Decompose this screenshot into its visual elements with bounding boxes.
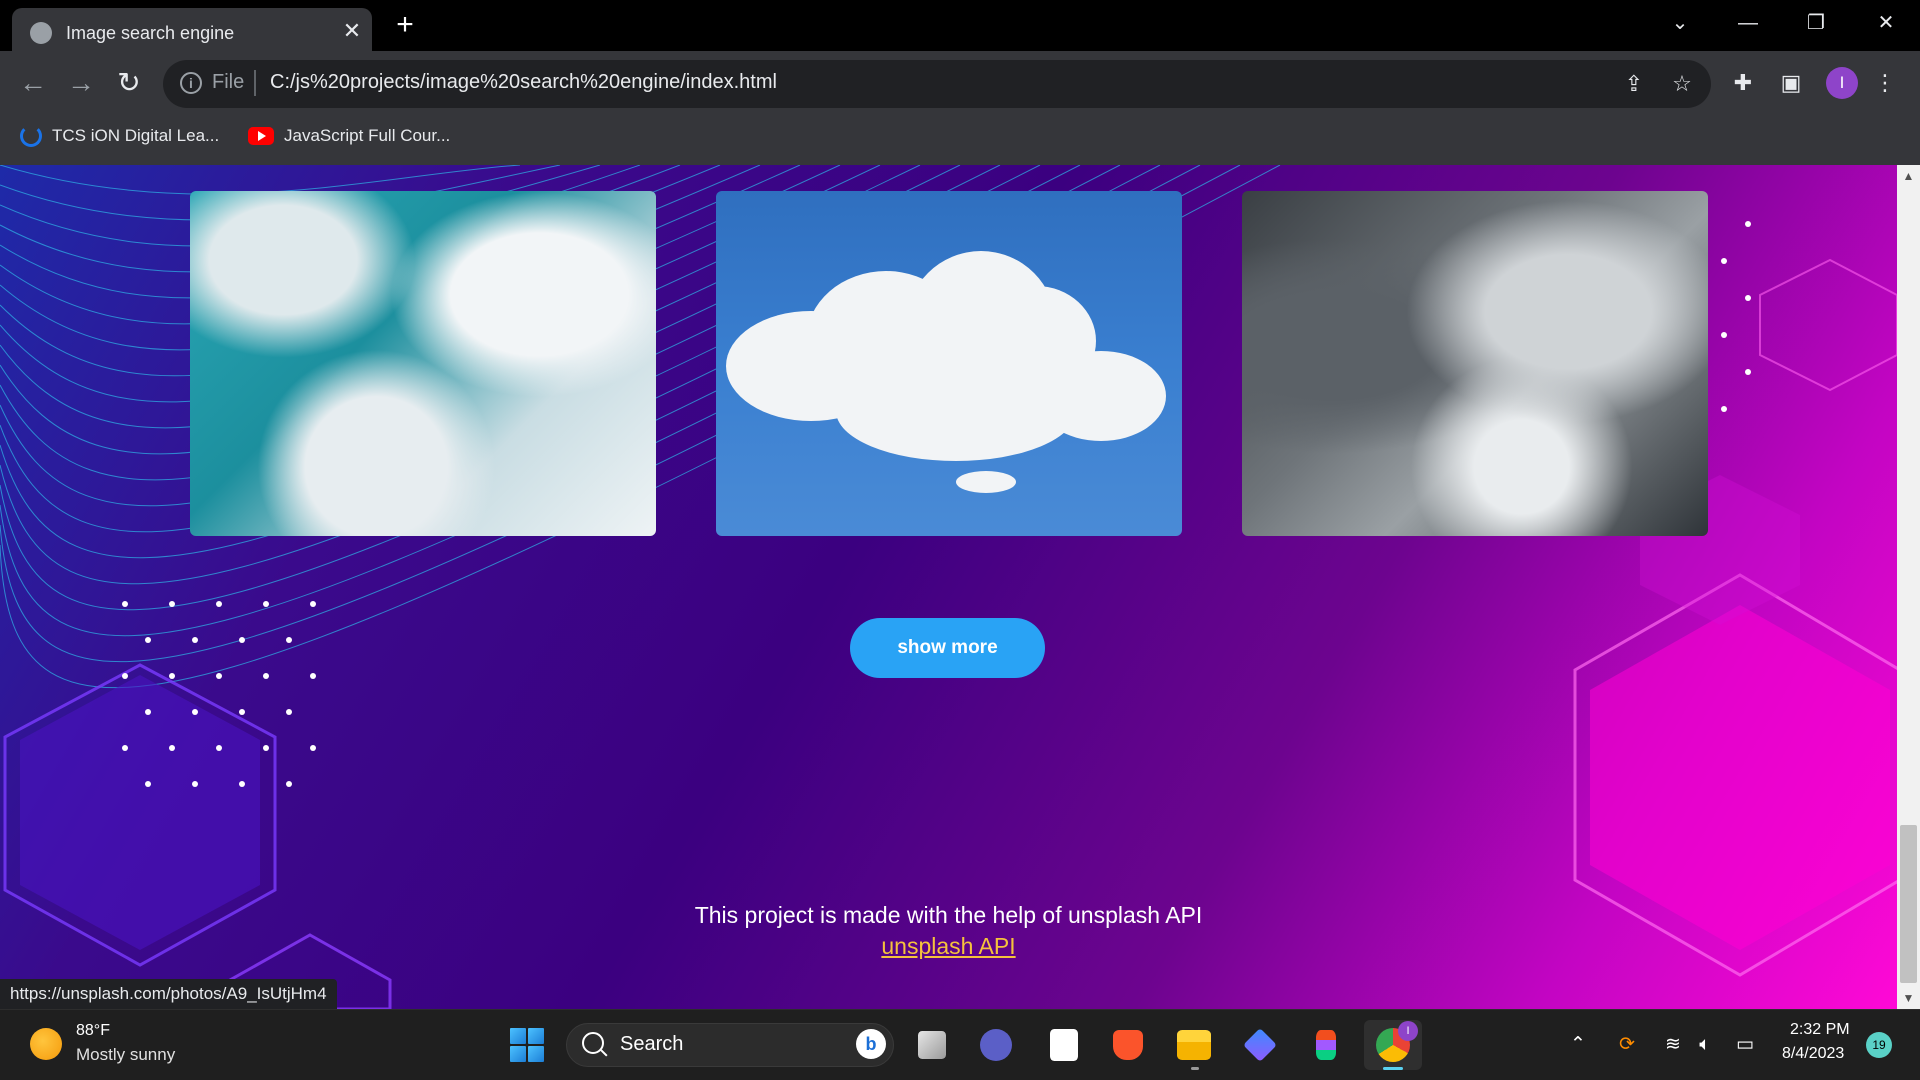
weather-temperature[interactable]: 88°F <box>76 1022 110 1040</box>
running-app-indicator <box>1191 1067 1199 1070</box>
scheme-label: File <box>212 71 245 93</box>
notification-badge[interactable]: 19 <box>1866 1032 1892 1058</box>
url-text[interactable]: C:/js%20projects/image%20search%20engine… <box>270 71 777 94</box>
bookmark-tcs[interactable]: TCS iON Digital Lea... <box>20 123 219 149</box>
globe-icon <box>30 22 52 44</box>
battery-icon[interactable]: ▭ <box>1730 1031 1760 1059</box>
bing-icon[interactable]: b <box>856 1029 886 1059</box>
side-panel-icon[interactable]: ▣ <box>1774 66 1808 100</box>
forward-arrow-icon[interactable]: → <box>64 66 98 100</box>
profile-avatar[interactable]: I <box>1826 67 1858 99</box>
address-separator <box>254 70 256 96</box>
speaker-icon[interactable]: 🔈︎ <box>1690 1031 1720 1059</box>
share-icon[interactable]: ⇪ <box>1618 68 1650 100</box>
tab-title: Image search engine <box>66 23 235 43</box>
figma-icon[interactable] <box>1316 1030 1336 1060</box>
youtube-icon <box>248 127 274 145</box>
taskbar-search-box[interactable] <box>566 1023 894 1067</box>
search-icon <box>582 1032 604 1054</box>
back-arrow-icon[interactable]: ← <box>16 66 50 100</box>
image-card-2[interactable] <box>716 191 1182 536</box>
bookmark-label: TCS iON Digital Lea... <box>52 126 220 145</box>
brave-browser-icon[interactable] <box>1113 1030 1143 1060</box>
scrollbar-thumb[interactable] <box>1900 825 1917 983</box>
restore-button[interactable]: ❐ <box>1796 8 1836 38</box>
unsplash-api-link[interactable]: unsplash API <box>0 933 1897 960</box>
wifi-icon[interactable]: ≋ <box>1658 1031 1688 1059</box>
page-viewport: show more This project is made with the … <box>0 165 1897 1009</box>
sun-weather-icon[interactable] <box>30 1028 62 1060</box>
clock-time[interactable]: 2:32 PM <box>1790 1021 1850 1039</box>
unsplash-api-link-text[interactable]: unsplash API <box>881 933 1015 959</box>
close-window-button[interactable]: ✕ <box>1866 8 1906 38</box>
new-tab-button[interactable]: + <box>390 10 420 41</box>
teams-chat-icon[interactable] <box>980 1029 1012 1061</box>
bookmark-star-icon[interactable]: ☆ <box>1666 68 1698 100</box>
scroll-up-arrow-icon[interactable]: ▲ <box>1897 165 1920 187</box>
tab-search-chevron-icon[interactable]: ⌄ <box>1660 8 1700 38</box>
image-card-1[interactable] <box>190 191 656 536</box>
file-explorer-icon[interactable] <box>1177 1030 1211 1060</box>
image-card-3[interactable] <box>1242 191 1708 536</box>
power-icon <box>20 125 42 147</box>
extensions-puzzle-icon[interactable]: ✚ <box>1726 66 1760 100</box>
taskbar-search-label: Search <box>620 1033 684 1055</box>
weather-description[interactable]: Mostly sunny <box>76 1045 175 1065</box>
scroll-down-arrow-icon[interactable]: ▼ <box>1897 987 1920 1009</box>
link-status-bubble: https://unsplash.com/photos/A9_IsUtjHm4 <box>0 979 337 1009</box>
sync-update-icon[interactable]: ⟳ <box>1612 1031 1642 1059</box>
footer-credit-text: This project is made with the help of un… <box>694 902 1203 928</box>
bookmark-javascript[interactable]: JavaScript Full Cour... <box>248 123 450 149</box>
chrome-profile-badge: I <box>1398 1021 1418 1041</box>
tab-close-icon[interactable]: ✕ <box>340 19 364 43</box>
reload-icon[interactable]: ↻ <box>112 66 146 100</box>
info-icon[interactable]: i <box>180 72 202 94</box>
show-more-button[interactable]: show more <box>850 618 1045 678</box>
more-menu-icon[interactable]: ⋮ <box>1868 66 1902 100</box>
bookmark-label: JavaScript Full Cour... <box>284 126 451 145</box>
clock-date[interactable]: 8/4/2023 <box>1782 1045 1844 1063</box>
chevron-up-icon[interactable]: ⌃ <box>1564 1031 1592 1059</box>
notepad-file-icon[interactable] <box>1050 1029 1078 1061</box>
windows-start-icon[interactable] <box>510 1028 544 1062</box>
task-view-icon[interactable] <box>918 1031 946 1059</box>
active-app-indicator <box>1383 1067 1403 1070</box>
minimize-button[interactable]: — <box>1728 8 1768 38</box>
browser-tab[interactable]: Image search engine ✕ <box>12 8 372 51</box>
